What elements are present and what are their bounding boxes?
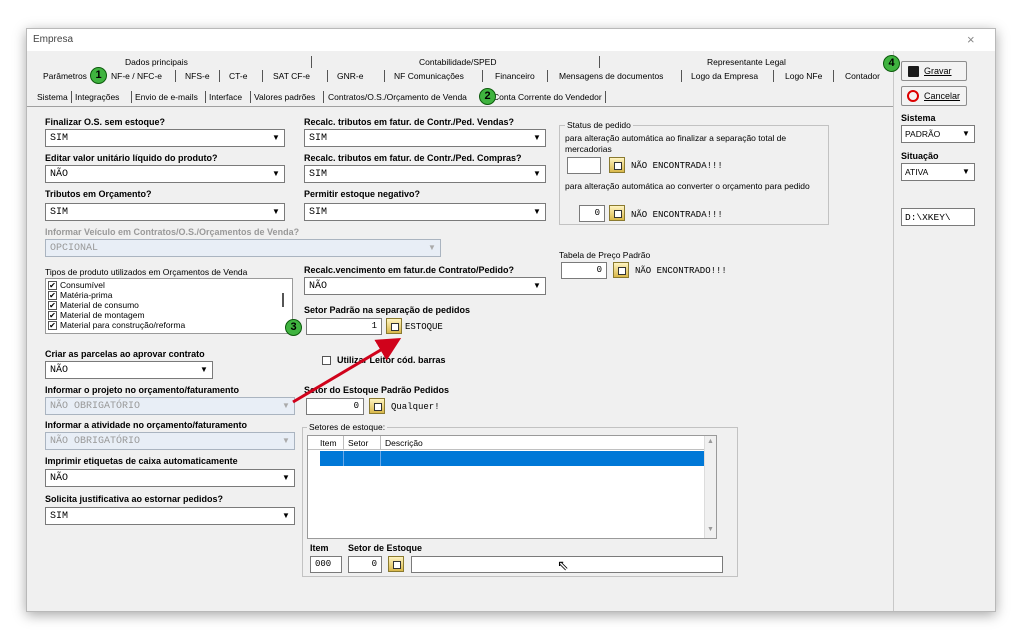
annotation-arrow [292,337,402,404]
